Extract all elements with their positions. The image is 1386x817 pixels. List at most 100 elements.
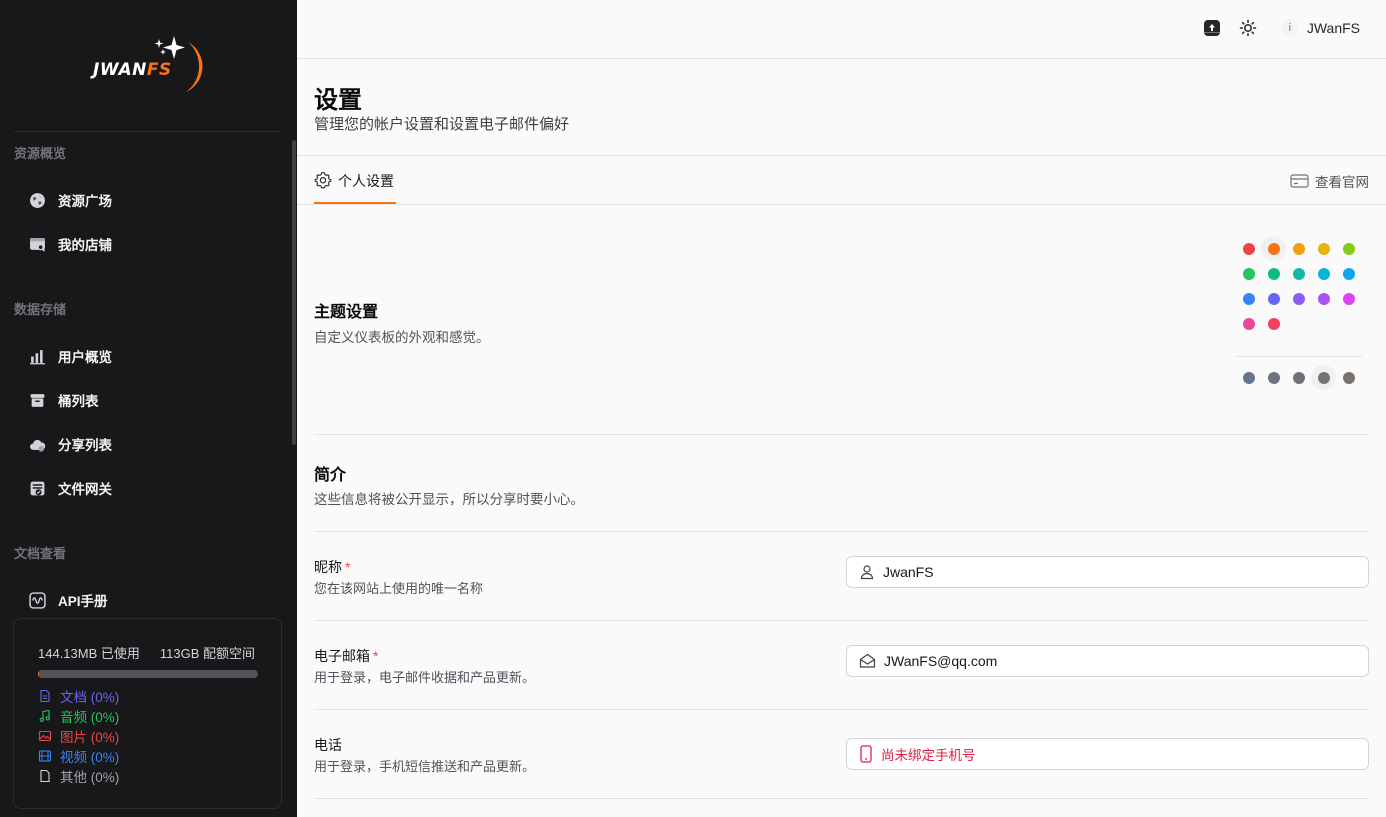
legend-item-videos[interactable]: 视频 (0%) [38, 746, 119, 766]
swatch-dot [1242, 317, 1255, 330]
sidebar-item-my-store[interactable]: 我的店铺 [28, 231, 112, 257]
sidebar: JWANFS 资源概览 资源广场 我的店铺 数据存储 用户概览 桶列表 分享列表… [0, 0, 297, 817]
gear-icon [314, 171, 332, 189]
email-desc: 用于登录，电子邮件收据和产品更新。 [314, 670, 536, 685]
neutral-color-swatch[interactable] [1236, 365, 1261, 390]
swatch-dot [1317, 371, 1330, 384]
globe-icon [28, 191, 46, 209]
storage-legend: 文档 (0%) 音频 (0%) 图片 (0%) 视频 (0%) 其他 (0%) [38, 686, 119, 786]
top-bar: i JWanFS [297, 0, 1386, 59]
theme-toggle-button[interactable] [1237, 17, 1259, 39]
accent-color-swatch[interactable] [1236, 286, 1261, 311]
accent-color-swatch[interactable] [1286, 236, 1311, 261]
swatch-dot [1242, 371, 1255, 384]
sidebar-divider [14, 131, 280, 132]
swatch-dot [1242, 242, 1255, 255]
storage-card: 144.13MB 已使用 113GB 配额空间 文档 (0%) 音频 (0%) 图… [13, 618, 282, 809]
profile-section-desc: 这些信息将被公开显示，所以分享时要小心。 [314, 492, 584, 507]
accent-color-swatch[interactable] [1336, 261, 1361, 286]
accent-color-swatch[interactable] [1336, 236, 1361, 261]
swatch-dot [1242, 267, 1255, 280]
film-icon [38, 750, 52, 762]
section-title-docs: 文档查看 [14, 546, 67, 561]
accent-color-swatch[interactable] [1336, 286, 1361, 311]
swatch-dot [1317, 292, 1330, 305]
neutral-color-swatch[interactable] [1261, 365, 1286, 390]
swatch-dot [1292, 371, 1305, 384]
neutral-color-swatch[interactable] [1336, 365, 1361, 390]
accent-color-swatch[interactable] [1261, 286, 1286, 311]
gateway-icon [28, 479, 46, 497]
accent-color-swatch[interactable] [1261, 261, 1286, 286]
swatch-dot [1292, 242, 1305, 255]
swatch-dot [1317, 267, 1330, 280]
accent-color-swatch[interactable] [1286, 261, 1311, 286]
email-label: 电子邮箱 * [314, 648, 379, 664]
logo[interactable]: JWANFS [90, 32, 210, 96]
smartphone-icon [860, 745, 872, 763]
accent-color-swatch[interactable] [1286, 286, 1311, 311]
phone-label: 电话 [314, 737, 342, 753]
accent-color-swatch[interactable] [1311, 236, 1336, 261]
username: JWanFS [1306, 20, 1360, 36]
api-wave-icon [28, 591, 46, 609]
accent-color-swatch[interactable] [1236, 261, 1261, 286]
section-title-storage: 数据存储 [14, 302, 67, 317]
tab-label: 个人设置 [338, 173, 394, 189]
upload-icon [1203, 20, 1220, 36]
nickname-field[interactable]: JwanFS [846, 556, 1369, 588]
sidebar-item-label: API手册 [58, 594, 108, 609]
sidebar-item-api-manual[interactable]: API手册 [28, 587, 108, 613]
phone-value: 尚未绑定手机号 [881, 748, 976, 763]
accent-color-swatch[interactable] [1311, 261, 1336, 286]
phone-field[interactable]: 尚未绑定手机号 [846, 738, 1369, 770]
divider [297, 204, 1386, 205]
tab-personal-settings[interactable]: 个人设置 [314, 166, 396, 204]
image-icon [38, 730, 52, 742]
neutral-color-swatch[interactable] [1311, 365, 1336, 390]
section-title-resources: 资源概览 [14, 146, 67, 161]
storage-progress-bar [38, 670, 258, 678]
sidebar-item-resource-square[interactable]: 资源广场 [28, 187, 112, 213]
sidebar-item-share-list[interactable]: 分享列表 [28, 431, 112, 457]
user-menu[interactable]: i JWanFS [1280, 19, 1360, 37]
email-value: JWanFS@qq.com [884, 653, 998, 669]
sidebar-item-label: 我的店铺 [58, 238, 112, 253]
document-icon [40, 689, 50, 703]
sidebar-item-label: 桶列表 [58, 394, 99, 409]
legend-item-images[interactable]: 图片 (0%) [38, 726, 119, 746]
swatch-dot [1267, 242, 1280, 255]
theme-section-title: 主题设置 [314, 304, 379, 321]
legend-item-documents[interactable]: 文档 (0%) [38, 686, 119, 706]
swatch-dot [1267, 292, 1280, 305]
theme-color-picker [1236, 236, 1362, 390]
nickname-label: 昵称 * [314, 559, 351, 575]
bar-chart-icon [28, 347, 46, 365]
upload-button[interactable] [1201, 17, 1223, 39]
logo-text: JWANFS [93, 60, 172, 80]
sidebar-item-user-overview[interactable]: 用户概览 [28, 343, 112, 369]
cloud-icon [28, 435, 46, 453]
view-official-site-link[interactable]: 查看官网 [1290, 171, 1369, 191]
accent-color-swatch[interactable] [1311, 286, 1336, 311]
email-field[interactable]: JWanFS@qq.com [846, 645, 1369, 677]
storage-quota: 113GB 配额空间 [159, 646, 255, 661]
sidebar-item-file-gateway[interactable]: 文件网关 [28, 475, 112, 501]
sidebar-item-label: 用户概览 [58, 350, 112, 365]
accent-color-swatch[interactable] [1236, 311, 1261, 336]
storage-usage-text: 144.13MB 已使用 113GB 配额空间 [38, 643, 255, 662]
sidebar-scrollbar[interactable] [292, 140, 296, 445]
legend-item-audio[interactable]: 音频 (0%) [38, 706, 119, 726]
accent-color-swatch[interactable] [1261, 311, 1286, 336]
swatch-dot [1267, 317, 1280, 330]
legend-item-other[interactable]: 其他 (0%) [38, 766, 119, 786]
page-subtitle: 管理您的帐户设置和设置电子邮件偏好 [314, 116, 570, 133]
neutral-color-swatch[interactable] [1286, 365, 1311, 390]
sidebar-item-bucket-list[interactable]: 桶列表 [28, 387, 99, 413]
swatch-dot [1342, 267, 1355, 280]
divider [297, 155, 1386, 156]
swatch-dot [1292, 267, 1305, 280]
swatch-dot [1292, 292, 1305, 305]
accent-color-swatch[interactable] [1261, 236, 1286, 261]
accent-color-swatch[interactable] [1236, 236, 1261, 261]
